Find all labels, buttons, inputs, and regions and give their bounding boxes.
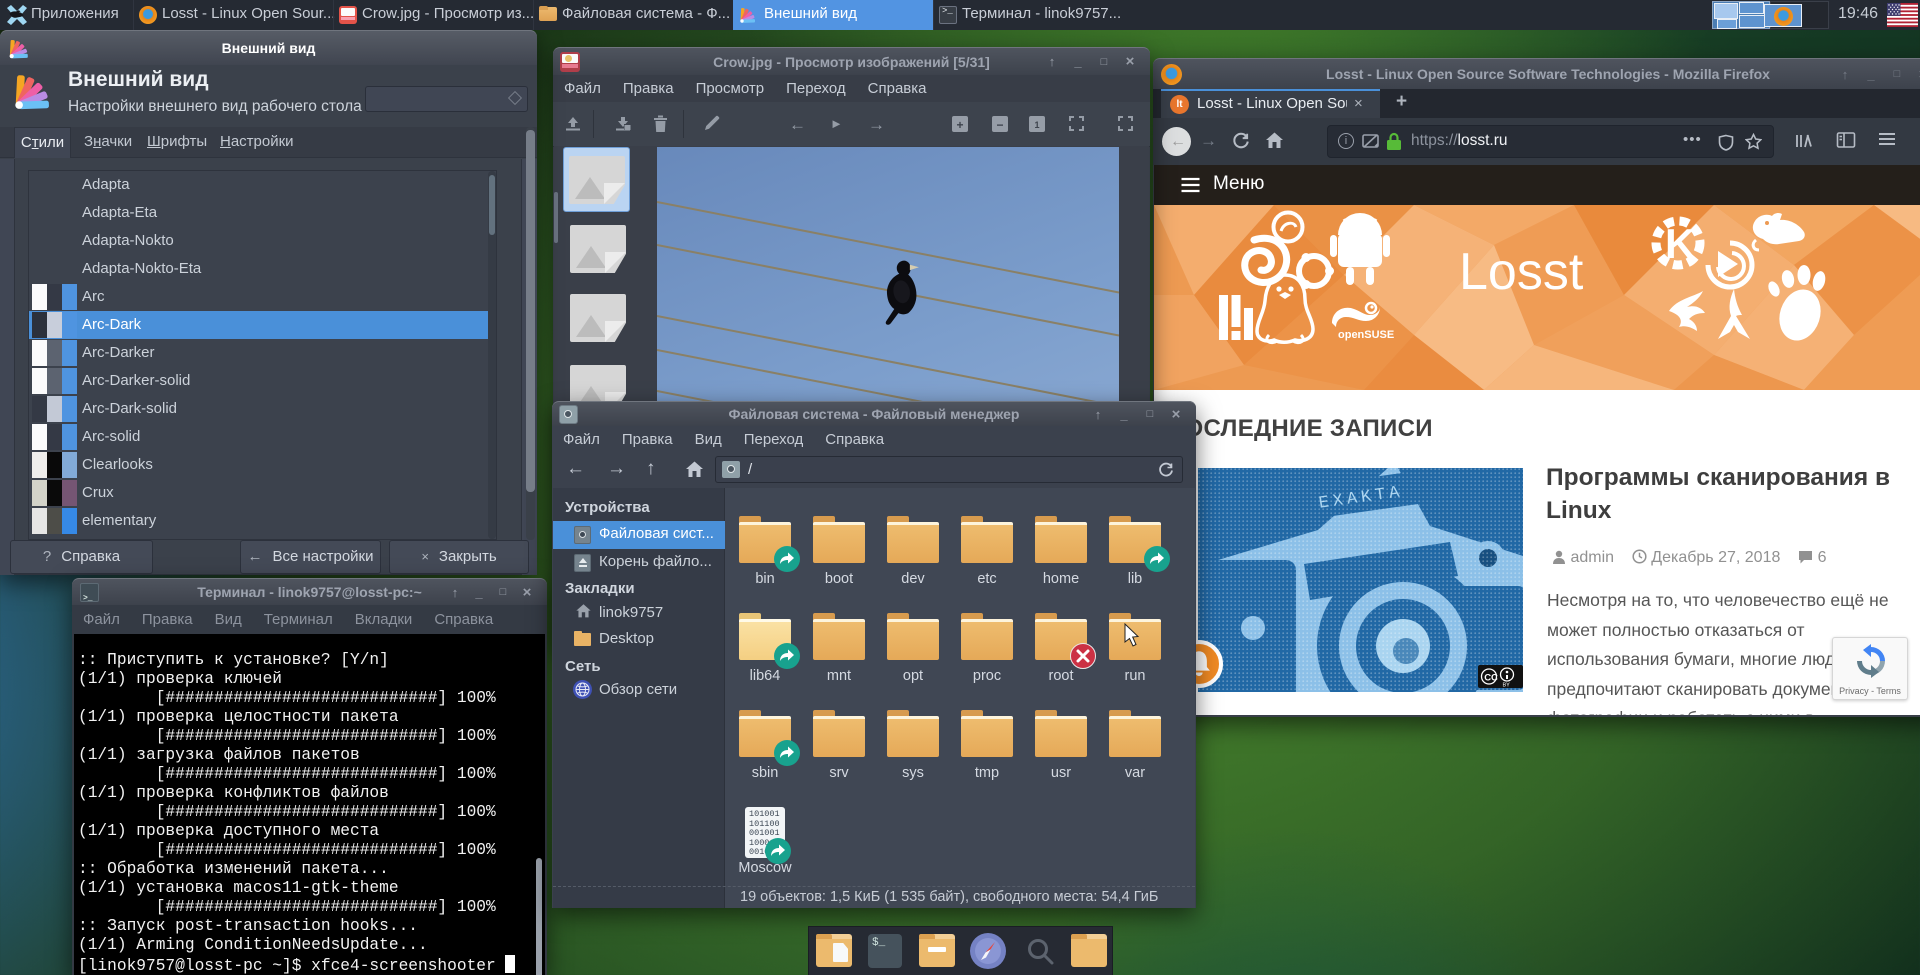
- svg-text:BY: BY: [1503, 683, 1511, 689]
- svg-text:openSUSE: openSUSE: [1338, 329, 1394, 341]
- svg-text:K: K: [1665, 220, 1695, 267]
- svg-text:Losst: Losst: [1459, 243, 1584, 301]
- svg-text:CC: CC: [1484, 673, 1498, 684]
